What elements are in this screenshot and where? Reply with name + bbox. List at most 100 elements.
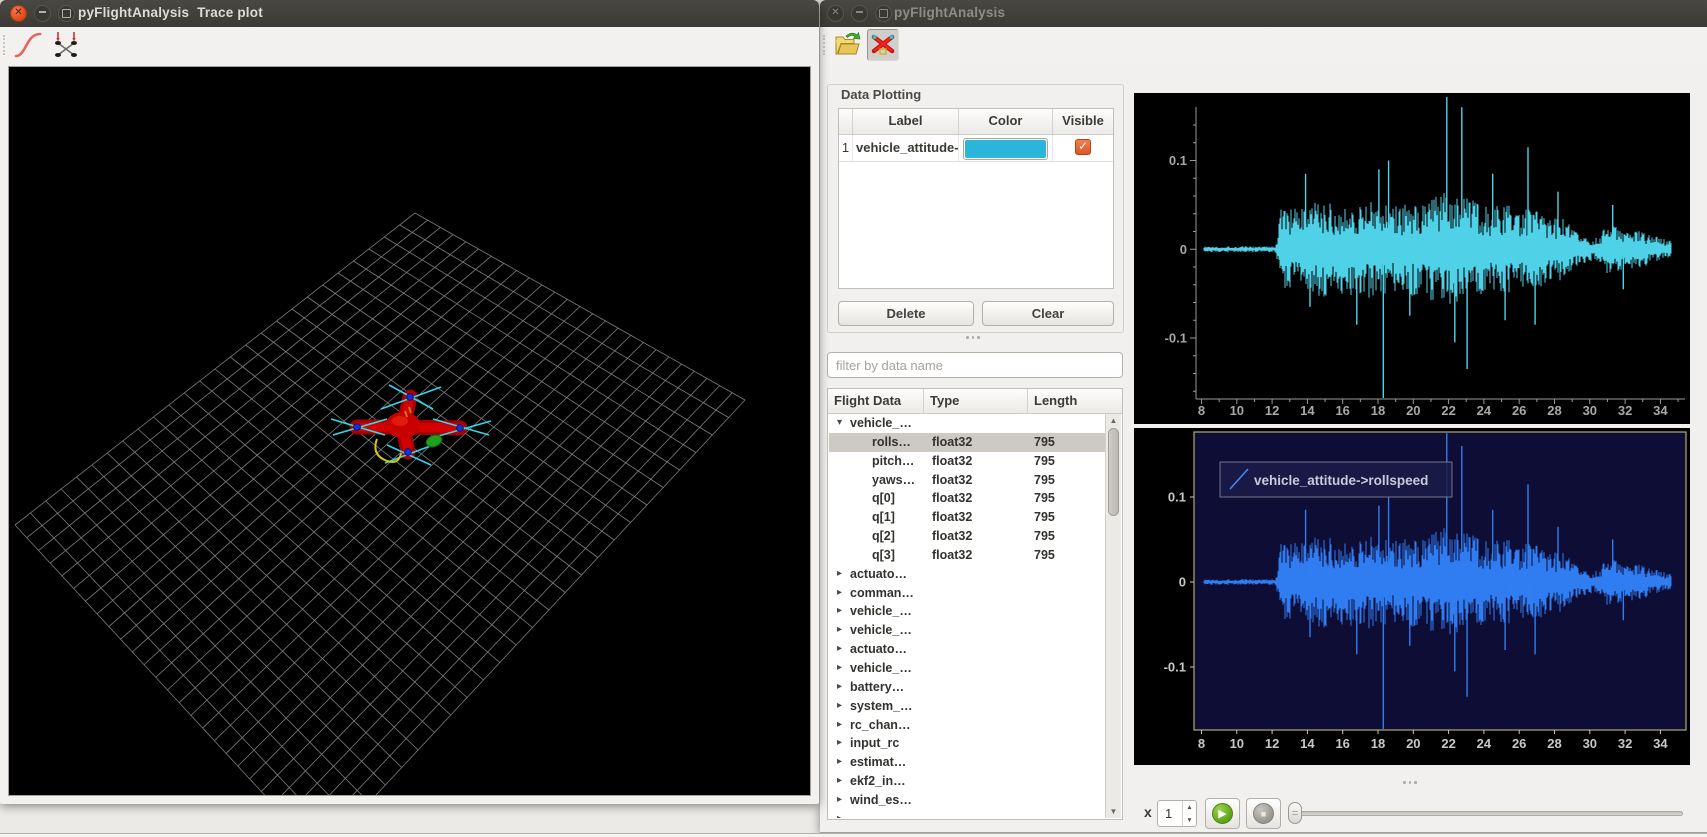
expand-arrow-icon[interactable]: ▸ [837,678,842,697]
expand-arrow-icon[interactable]: ▸ [837,640,842,659]
expand-arrow-icon[interactable]: ▸ [837,734,842,753]
main-window-titlebar[interactable]: ✕ pyFlightAnalysis [820,0,1707,27]
play-button[interactable]: ▶ [1205,798,1240,829]
type-column-header[interactable]: Type [924,389,1028,413]
visible-column-header[interactable]: Visible [1053,109,1113,134]
close-icon[interactable]: ✕ [827,5,844,22]
slider-handle[interactable] [1288,802,1302,824]
time-slider[interactable] [1288,798,1683,828]
expand-arrow-icon[interactable]: ▸ [837,772,842,791]
scroll-down-icon[interactable]: ▼ [1106,805,1121,818]
tree-row[interactable]: ▸estimat… [829,753,1106,772]
open-log-button[interactable] [831,29,863,61]
tree-row[interactable]: ▸input_rc [829,734,1106,753]
tree-item-type: float32 [932,452,972,471]
length-column-header[interactable]: Length [1028,389,1107,413]
tree-row[interactable]: ▸comman… [829,584,1106,603]
row-number: 1 [839,135,853,161]
tree-row[interactable]: ▸wind_es… [829,791,1106,810]
tree-row[interactable]: ▸rc_chan… [829,716,1106,735]
tree-row[interactable]: yaws…float32795 [829,471,1106,490]
curve-color-cell [959,135,1053,161]
panel-splitter-handle[interactable] [966,336,980,339]
collapse-arrow-icon[interactable]: ▾ [837,414,842,433]
flight-data-rows: ▾vehicle_…rolls…float32795pitch…float327… [829,414,1106,818]
remove-curve-icon [869,30,897,58]
scrollbar-thumb[interactable] [1108,428,1119,516]
toolbar-handle[interactable] [3,35,8,55]
flight-data-column-header[interactable]: Flight Data [828,389,924,413]
tree-row[interactable]: ▸ actuato… [829,640,1106,659]
open-folder-icon [832,30,862,60]
expand-arrow-icon[interactable]: ▸ [837,659,842,678]
expand-arrow-icon[interactable]: ▸ [837,602,842,621]
color-column-header[interactable]: Color [959,109,1053,134]
curve-tool-button[interactable] [12,29,44,61]
curve-row[interactable]: 1 vehicle_attitude->rollspeed ✓ [839,135,1113,162]
tree-item-label: q[2] [872,527,895,546]
y-tick-label: -0.1 [1165,331,1187,346]
x-tick-label: 26 [1512,403,1526,418]
x-tick-label: 34 [1653,736,1668,751]
trace-window-titlebar[interactable]: ✕ pyFlightAnalysis Trace plot [0,0,819,27]
tree-row[interactable]: ▸vehicle_… [829,602,1106,621]
stop-button[interactable]: ■ [1246,798,1281,829]
tree-row[interactable]: rolls…float32795 [829,433,1106,452]
minimize-icon[interactable] [851,5,868,22]
expand-arrow-icon[interactable]: ▸ [837,753,842,772]
tree-row[interactable]: ▸battery… [829,678,1106,697]
expand-arrow-icon[interactable]: ▸ [837,697,842,716]
spin-down-icon[interactable]: ▼ [1183,814,1196,826]
tree-row[interactable]: ▸ vehicle_… [829,621,1106,640]
visible-checkbox[interactable]: ✓ [1075,139,1091,155]
tree-row[interactable]: q[1]float32795 [829,508,1106,527]
gl-3d-viewport[interactable] [8,66,811,796]
expand-arrow-icon[interactable]: ▸ [837,621,842,640]
tree-row[interactable]: q[2]float32795 [829,527,1106,546]
tree-row[interactable]: pitch…float32795 [829,452,1106,471]
delete-button[interactable]: Delete [838,301,974,326]
x-tick-label: 24 [1477,403,1492,418]
plot-top[interactable]: 0.10-0.1810121416182022242628303234 [1134,93,1690,424]
plot-legend[interactable]: vehicle_attitude->rollspeed [1220,462,1452,497]
scroll-up-icon[interactable]: ▲ [1106,414,1121,427]
tree-row[interactable]: ▸ekf2_in… [829,772,1106,791]
delete-curve-button[interactable] [867,29,899,61]
tree-row[interactable]: q[0]float32795 [829,489,1106,508]
x-tick-label: 12 [1265,403,1279,418]
slider-track[interactable] [1288,811,1683,816]
minimize-icon[interactable] [34,5,51,22]
tree-scrollbar[interactable]: ▲ ▼ [1105,414,1121,818]
tree-row[interactable]: ▸actuato… [829,565,1106,584]
tree-item-length: 795 [1034,452,1055,471]
maximize-icon[interactable] [875,5,892,22]
plot-bottom[interactable]: 0.10-0.1810121416182022242628303234vehic… [1134,428,1690,765]
tree-row[interactable]: ▸… [829,810,1106,818]
quadrotor-tool-button[interactable] [50,29,82,61]
speed-spinbox[interactable]: ▲ ▼ [1157,800,1197,827]
plot-splitter-handle[interactable] [1403,781,1417,784]
toolbar-handle[interactable] [823,35,828,55]
expand-arrow-icon[interactable]: ▸ [837,584,842,603]
tree-item-label: actuato… [850,640,907,659]
clear-button[interactable]: Clear [982,301,1114,326]
maximize-icon[interactable] [58,5,75,22]
expand-arrow-icon[interactable]: ▸ [837,716,842,735]
curve-color-swatch[interactable] [963,138,1048,160]
curve-label-cell[interactable]: vehicle_attitude->rollspeed [853,135,959,161]
spin-up-icon[interactable]: ▲ [1183,801,1196,813]
tree-item-label: vehicle_… [850,621,912,640]
tree-row[interactable]: q[3]float32795 [829,546,1106,565]
speed-value-input[interactable] [1158,801,1182,826]
tree-row[interactable]: ▸system_… [829,697,1106,716]
expand-arrow-icon[interactable]: ▸ [837,565,842,584]
expand-arrow-icon[interactable]: ▸ [837,810,842,818]
x-tick-label: 24 [1477,736,1492,751]
tree-row[interactable]: ▸vehicle_… [829,659,1106,678]
label-column-header[interactable]: Label [853,109,959,134]
close-icon[interactable]: ✕ [10,5,27,22]
filter-input[interactable] [827,352,1123,378]
expand-arrow-icon[interactable]: ▸ [837,791,842,810]
x-tick-label: 8 [1198,736,1205,751]
tree-row[interactable]: ▾vehicle_… [829,414,1106,433]
